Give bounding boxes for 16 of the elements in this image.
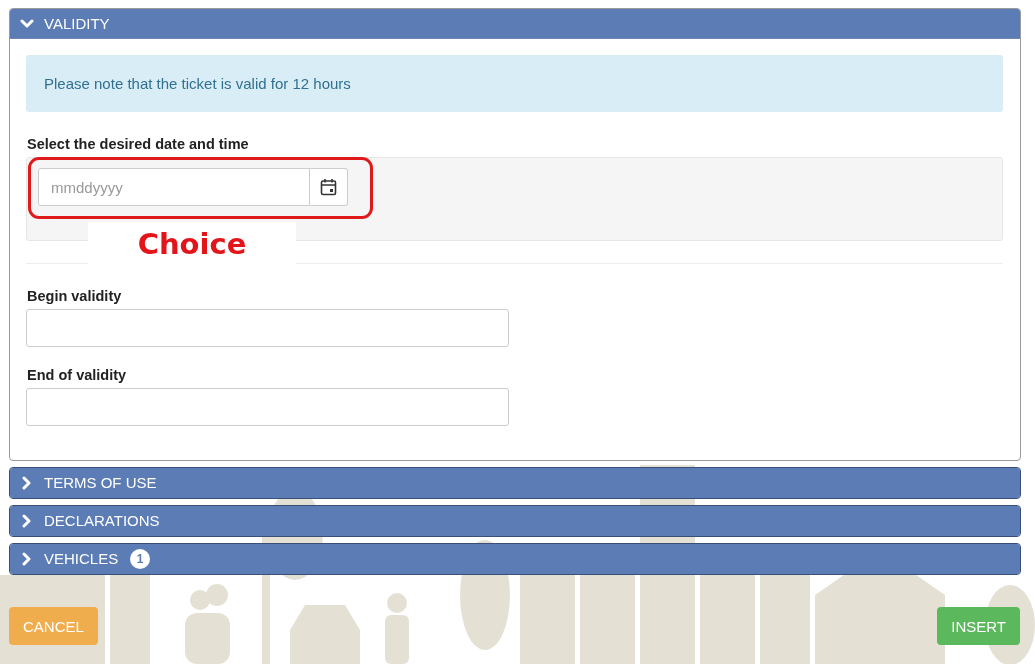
calendar-button[interactable] <box>310 168 348 206</box>
field-label: End of validity <box>27 367 128 383</box>
input-field[interactable] <box>26 309 509 347</box>
insert-button[interactable]: INSERT <box>937 607 1020 645</box>
count-badge: 1 <box>130 548 151 569</box>
info-notice: Please note that the ticket is valid for 12 hours <box>26 55 1003 112</box>
section-header[interactable]: VALIDITY <box>10 9 1020 39</box>
annotation-label: Choice <box>137 226 247 261</box>
calendar-icon <box>320 178 337 196</box>
date-field[interactable]: mmddyyyy <box>38 168 310 206</box>
section-header[interactable]: DECLARATIONS <box>10 506 1020 536</box>
section-header[interactable]: TERMS OF USE <box>10 468 1020 498</box>
field-label: Begin validity <box>27 288 123 304</box>
field-label: Select the desired date and time <box>27 136 250 152</box>
input-field[interactable] <box>26 388 509 426</box>
section-header[interactable]: VEHICLES 1 <box>10 544 1020 574</box>
